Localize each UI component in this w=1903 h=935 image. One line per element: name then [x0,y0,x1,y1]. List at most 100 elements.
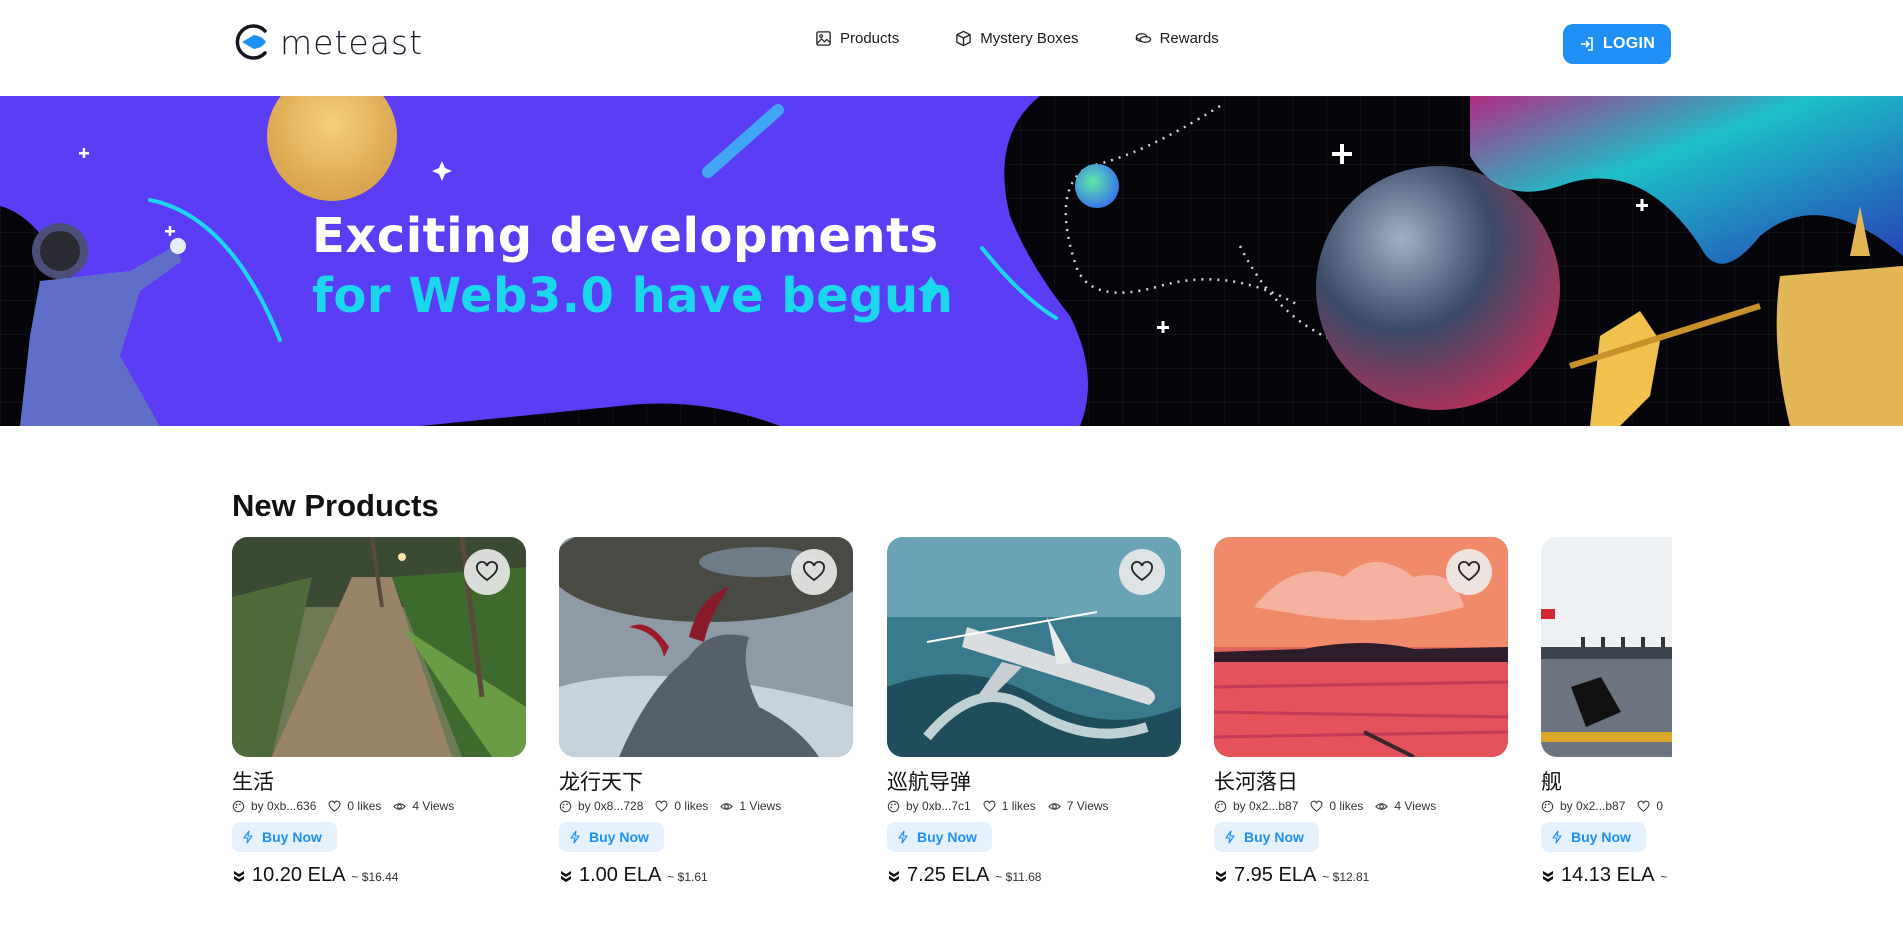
product-author[interactable]: by 0x2...b87 [1560,799,1625,813]
product-price: 1.00 ELA ~ $1.61 [559,864,853,887]
ela-token-icon [1543,870,1553,882]
product-price: 10.20 ELA ~ $16.44 [232,864,526,887]
product-author[interactable]: by 0x2...b87 [1233,799,1298,813]
like-button[interactable] [464,549,510,595]
product-price-usd: ~ $1.61 [667,870,708,884]
like-button[interactable] [1446,549,1492,595]
product-thumbnail[interactable] [1214,537,1508,757]
buy-now-label: Buy Now [589,829,649,845]
product-meta: by 0x2...b87 0 [1541,799,1672,813]
lightning-icon [570,830,580,844]
product-thumbnail[interactable] [887,537,1181,757]
product-likes: 0 likes [347,799,382,813]
login-button[interactable]: LOGIN [1563,24,1671,64]
product-price-ela: 7.25 ELA [907,864,990,886]
product-card[interactable]: 巡航导弹 by 0xb...7c1 1 likes 7 Views Buy No… [887,537,1181,887]
heart-icon [803,561,825,582]
product-likes: 0 likes [674,799,709,813]
product-name[interactable]: 龙行天下 [559,767,853,797]
nav-label-mystery-boxes: Mystery Boxes [980,30,1079,47]
buy-now-label: Buy Now [1244,829,1304,845]
nav-item-mystery-boxes[interactable]: Mystery Boxes [955,30,1079,47]
product-views: 7 Views [1066,799,1109,813]
buy-now-button[interactable]: Buy Now [1214,822,1319,852]
heart-icon [1458,561,1480,582]
like-button[interactable] [1119,549,1165,595]
nav-label-products: Products [840,30,900,47]
buy-now-label: Buy Now [917,829,977,845]
eye-icon [1375,802,1389,810]
coins-icon [1135,33,1151,43]
product-price-usd: ~ $11.68 [995,870,1042,884]
hero-banner[interactable]: Exciting developments for Web3.0 have be… [0,96,1903,426]
image-icon [816,31,831,46]
like-button[interactable] [791,549,837,595]
product-card[interactable]: 龙行天下 by 0x8...728 0 likes 1 Views Buy No… [559,537,853,887]
palette-icon [1541,800,1554,812]
product-author[interactable]: by 0x8...728 [578,799,643,813]
ela-token-icon [889,870,899,882]
product-name[interactable]: 舰 [1541,767,1672,797]
product-image [1541,537,1672,757]
product-name[interactable]: 生活 [232,767,526,797]
palette-icon [887,800,900,812]
product-likes: 1 likes [1001,799,1036,813]
product-price-ela: 7.95 ELA [1234,864,1317,886]
product-card[interactable]: 长河落日 by 0x2...b87 0 likes 4 Views Buy No… [1214,537,1508,887]
product-price: 7.95 ELA ~ $12.81 [1214,864,1508,887]
product-views: 4 Views [412,799,455,813]
brand-name: meteast [280,22,424,62]
product-price-ela: 10.20 ELA [252,864,346,886]
product-thumbnail[interactable] [232,537,526,757]
product-author[interactable]: by 0xb...7c1 [906,799,971,813]
product-author[interactable]: by 0xb...636 [251,799,316,813]
buy-now-button[interactable]: Buy Now [1541,822,1646,852]
product-likes: 0 likes [1329,799,1364,813]
lightning-icon [898,830,908,844]
product-carousel[interactable]: 生活 by 0xb...636 0 likes 4 Views Buy Now … [232,537,1672,935]
brand-logo[interactable]: meteast [232,22,423,62]
login-label: LOGIN [1602,35,1656,52]
product-price-usd: ~ [1660,870,1668,884]
heart-icon [476,561,498,582]
buy-now-label: Buy Now [262,829,322,845]
nav-item-products[interactable]: Products [815,30,899,47]
nav-item-rewards[interactable]: Rewards [1135,30,1219,47]
product-thumbnail[interactable] [1541,537,1672,757]
product-likes: 0 [1656,799,1664,813]
heart-icon [328,800,341,812]
product-meta: by 0x2...b87 0 likes 4 Views [1214,799,1508,813]
meteast-logo-icon [235,24,267,60]
palette-icon [1214,800,1227,812]
login-icon [1580,37,1593,51]
product-thumbnail[interactable] [559,537,853,757]
ela-token-icon [1216,870,1226,882]
eye-icon [393,802,407,810]
section-title-new-products: New Products [232,488,439,523]
lightning-icon [1552,830,1562,844]
lightning-icon [243,830,253,844]
product-name[interactable]: 长河落日 [1214,767,1508,797]
heart-icon [983,800,996,812]
banner-headline: Exciting developments for Web3.0 have be… [312,206,953,326]
buy-now-button[interactable]: Buy Now [232,822,337,852]
product-card[interactable]: 生活 by 0xb...636 0 likes 4 Views Buy Now … [232,537,526,887]
product-card[interactable]: 舰 by 0x2...b87 0 Buy Now 14.13 ELA ~ [1541,537,1672,887]
main-nav: Products Mystery Boxes Rewards [815,30,1275,47]
box-icon [956,30,971,47]
ela-token-icon [234,870,244,882]
product-meta: by 0xb...7c1 1 likes 7 Views [887,799,1181,813]
product-price-usd: ~ $16.44 [351,870,399,884]
heart-icon [1131,561,1153,582]
banner-headline-line2: for Web3.0 have begun [312,268,954,324]
heart-icon [655,800,668,812]
product-name[interactable]: 巡航导弹 [887,767,1181,797]
ela-token-icon [561,870,571,882]
buy-now-label: Buy Now [1571,829,1631,845]
buy-now-button[interactable]: Buy Now [887,822,992,852]
palette-icon [232,800,245,812]
buy-now-button[interactable]: Buy Now [559,822,664,852]
product-meta: by 0xb...636 0 likes 4 Views [232,799,526,813]
heart-icon [1310,800,1323,812]
product-price: 7.25 ELA ~ $11.68 [887,864,1181,887]
